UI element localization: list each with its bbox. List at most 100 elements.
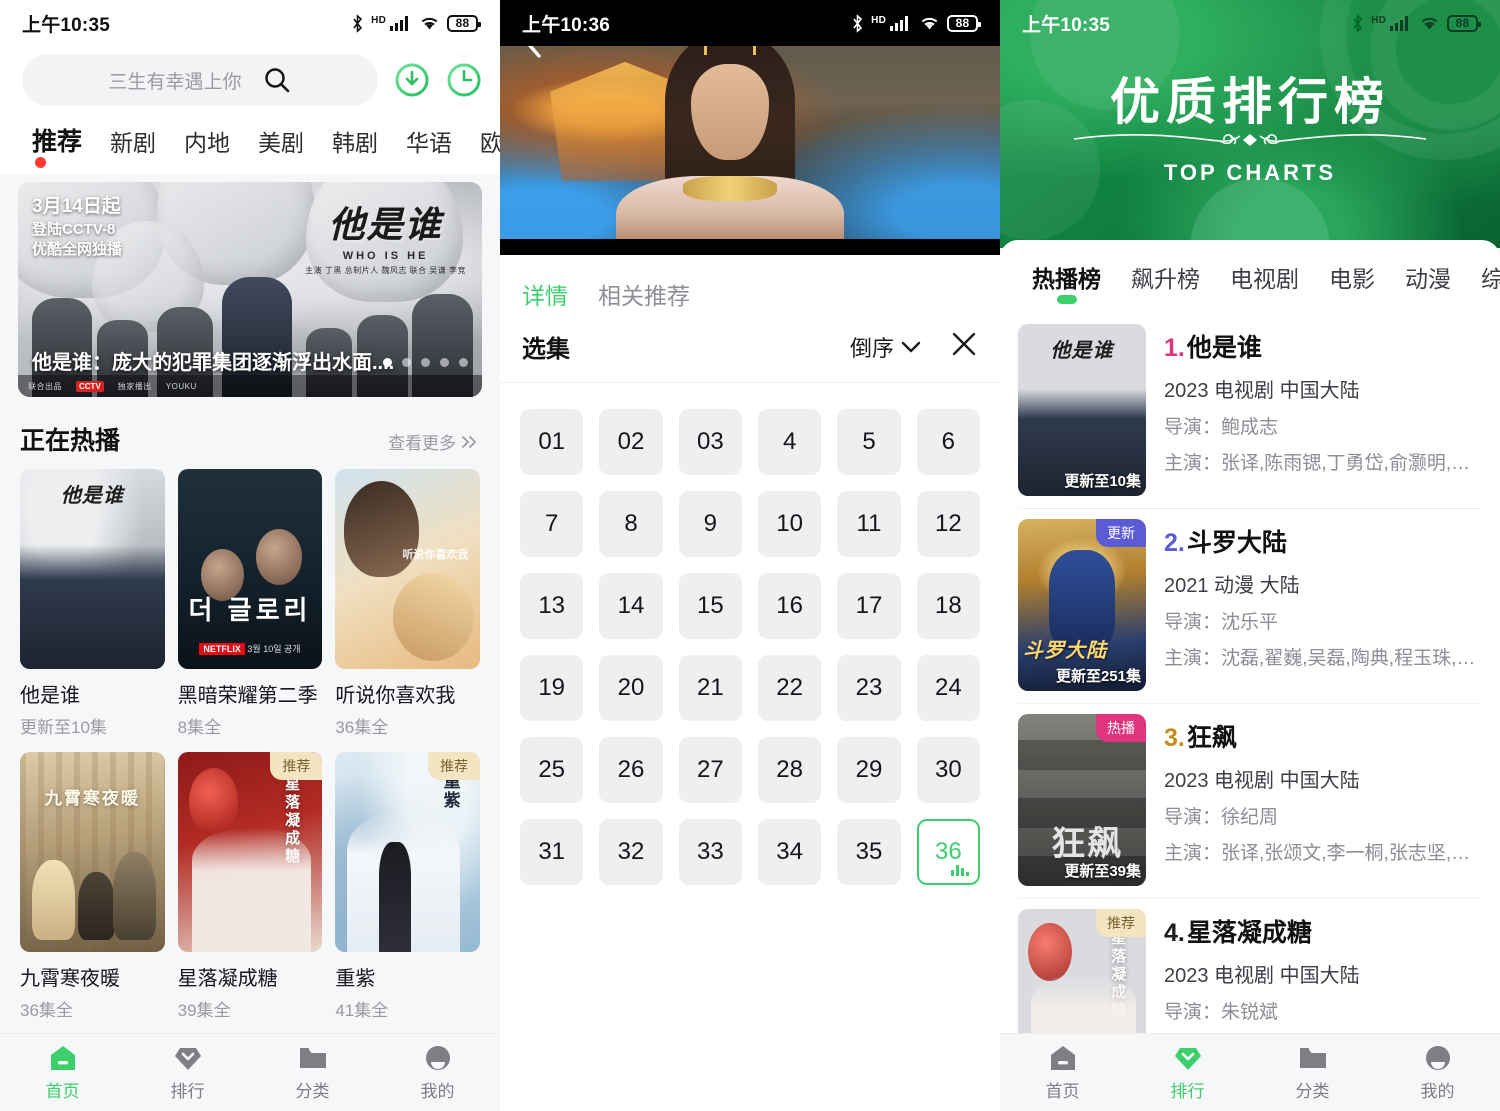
episode-cell[interactable]: 33: [678, 819, 742, 885]
card-subtitle: 36集全: [20, 1001, 73, 1020]
episode-cell[interactable]: 19: [520, 655, 584, 721]
episode-cell[interactable]: 29: [837, 737, 901, 803]
sort-order-button[interactable]: 倒序: [850, 331, 922, 363]
episode-cell[interactable]: 34: [757, 819, 822, 885]
episode-cell[interactable]: 9: [678, 491, 742, 557]
rank-poster[interactable]: 星落凝成糖 推荐: [1018, 909, 1146, 1033]
rank-list-item[interactable]: 狂飙 热播 更新至39集 3.狂飙 2023 电视剧 中国大陆 导演：徐纪周 主…: [1018, 704, 1482, 899]
media-card[interactable]: 九霄寒夜暖 九霄寒夜暖 36集全: [20, 752, 165, 1021]
episode-cell[interactable]: 31: [520, 819, 584, 885]
rank-tab-rebang[interactable]: 热播榜: [1018, 258, 1115, 306]
rank-poster[interactable]: 斗罗大陆 更新 更新至251集: [1018, 519, 1146, 691]
episode-cell[interactable]: 20: [599, 655, 663, 721]
episode-cell[interactable]: 28: [757, 737, 822, 803]
episode-cell-selected[interactable]: 36: [916, 819, 980, 885]
tab-huayu[interactable]: 华语: [392, 120, 466, 168]
media-card[interactable]: 听说你喜欢我 听说你喜欢我 36集全: [335, 469, 480, 738]
tab-ou[interactable]: 欧: [466, 120, 500, 168]
episode-cell[interactable]: 12: [916, 491, 980, 557]
close-icon[interactable]: [950, 330, 978, 358]
rank-tabs[interactable]: 热播榜 飙升榜 电视剧 电影 动漫 综艺: [1000, 240, 1500, 306]
episode-cell[interactable]: 21: [678, 655, 742, 721]
rank-list-item[interactable]: 星落凝成糖 推荐 4.星落凝成糖 2023 电视剧 中国大陆 导演：朱锐斌: [1018, 899, 1482, 1033]
nav-item-mine[interactable]: 我的: [375, 1043, 500, 1102]
rank-tab-movie[interactable]: 电影: [1315, 258, 1389, 306]
media-card[interactable]: 星落凝成糖 推荐 星落凝成糖 39集全: [177, 752, 323, 1021]
episode-cell[interactable]: 10: [757, 491, 822, 557]
poster-image[interactable]: 重紫 推荐: [335, 752, 480, 952]
tab-hanju[interactable]: 韩剧: [318, 120, 392, 168]
search-icon[interactable]: [262, 65, 292, 95]
nav-item-category[interactable]: 分类: [1250, 1043, 1375, 1102]
tab-related[interactable]: 相关推荐: [598, 277, 690, 311]
nav-item-mine[interactable]: 我的: [1375, 1043, 1500, 1102]
media-card[interactable]: 重紫 推荐 重紫 41集全: [335, 752, 480, 1021]
poster-image[interactable]: 九霄寒夜暖: [20, 752, 165, 952]
episode-cell[interactable]: 18: [916, 573, 980, 639]
episode-cell[interactable]: 24: [916, 655, 980, 721]
media-card[interactable]: 他是谁 他是谁 更新至10集: [20, 469, 165, 738]
episode-cell[interactable]: 03: [678, 409, 742, 475]
episode-grid[interactable]: 01 02 03 4 5 6 7 8 9 10 11 12 13 14 15 1…: [500, 383, 1000, 905]
search-input[interactable]: 三生有幸遇上你: [22, 54, 378, 106]
tab-xinju[interactable]: 新剧: [96, 120, 170, 168]
episode-cell[interactable]: 7: [520, 491, 584, 557]
episode-cell[interactable]: 26: [599, 737, 663, 803]
episode-cell[interactable]: 4: [757, 409, 822, 475]
rank-tab-anime[interactable]: 动漫: [1391, 258, 1465, 306]
episode-cell[interactable]: 22: [757, 655, 822, 721]
nav-item-rank[interactable]: 排行: [1125, 1043, 1250, 1102]
banner-dot[interactable]: [421, 358, 430, 367]
episode-cell[interactable]: 11: [837, 491, 901, 557]
nav-item-category[interactable]: 分类: [250, 1043, 375, 1102]
rank-list-item[interactable]: 他是谁 更新至10集 1.他是谁 2023 电视剧 中国大陆 导演：鲍成志 主演…: [1018, 314, 1482, 509]
episode-cell[interactable]: 17: [837, 573, 901, 639]
close-button[interactable]: [936, 330, 978, 364]
rank-tab-tv[interactable]: 电视剧: [1216, 258, 1313, 306]
rank-poster[interactable]: 他是谁 更新至10集: [1018, 324, 1146, 496]
nav-item-rank[interactable]: 排行: [125, 1043, 250, 1102]
episode-cell[interactable]: 25: [520, 737, 584, 803]
history-icon[interactable]: [446, 62, 482, 98]
hero-banner[interactable]: 3月14日起 登陆CCTV-8 优酷全网独播 他是谁 WHO IS HE 主演 …: [18, 182, 482, 397]
nav-item-home[interactable]: 首页: [1000, 1043, 1125, 1102]
tab-neidi[interactable]: 内地: [170, 120, 244, 168]
episode-cell[interactable]: 35: [837, 819, 901, 885]
tab-meiju[interactable]: 美剧: [244, 120, 318, 168]
tab-tuijian[interactable]: 推荐: [18, 118, 96, 168]
detail-tabs[interactable]: 详情 相关推荐: [500, 255, 1000, 325]
episode-cell[interactable]: 13: [520, 573, 584, 639]
banner-dot[interactable]: [383, 358, 392, 367]
download-icon[interactable]: [394, 62, 430, 98]
episode-cell[interactable]: 27: [678, 737, 742, 803]
episode-cell[interactable]: 02: [599, 409, 663, 475]
banner-dot[interactable]: [459, 358, 468, 367]
see-more-button[interactable]: 查看更多: [388, 429, 480, 454]
episode-cell[interactable]: 16: [757, 573, 822, 639]
episode-cell[interactable]: 5: [837, 409, 901, 475]
poster-image[interactable]: 听说你喜欢我: [335, 469, 480, 669]
rank-tab-biaosheng[interactable]: 飙升榜: [1117, 258, 1214, 306]
media-card[interactable]: 더 글로리 NETFLIX 3월 10일 공개 黑暗荣耀第二季 8集全: [177, 469, 323, 738]
banner-dot[interactable]: [440, 358, 449, 367]
banner-dot[interactable]: [402, 358, 411, 367]
poster-image[interactable]: 他是谁: [20, 469, 165, 669]
episode-cell[interactable]: 6: [916, 409, 980, 475]
episode-cell[interactable]: 30: [916, 737, 980, 803]
rank-tab-variety[interactable]: 综艺: [1467, 258, 1500, 306]
episode-cell[interactable]: 14: [599, 573, 663, 639]
category-tabs[interactable]: 推荐 新剧 内地 美剧 韩剧 华语 欧: [0, 116, 500, 168]
poster-image[interactable]: 더 글로리 NETFLIX 3월 10일 공개: [177, 469, 323, 669]
episode-cell[interactable]: 15: [678, 573, 742, 639]
poster-image[interactable]: 星落凝成糖 推荐: [177, 752, 323, 952]
rank-poster[interactable]: 狂飙 热播 更新至39集: [1018, 714, 1146, 886]
video-player[interactable]: 上午10:36 HD 88: [500, 0, 1000, 255]
episode-cell[interactable]: 8: [599, 491, 663, 557]
banner-dots[interactable]: [383, 358, 468, 367]
nav-item-home[interactable]: 首页: [0, 1043, 125, 1102]
episode-cell[interactable]: 23: [837, 655, 901, 721]
episode-cell[interactable]: 32: [599, 819, 663, 885]
rank-list-item[interactable]: 斗罗大陆 更新 更新至251集 2.斗罗大陆 2021 动漫 大陆 导演：沈乐平…: [1018, 509, 1482, 704]
episode-cell[interactable]: 01: [520, 409, 584, 475]
tab-detail[interactable]: 详情: [522, 277, 568, 311]
